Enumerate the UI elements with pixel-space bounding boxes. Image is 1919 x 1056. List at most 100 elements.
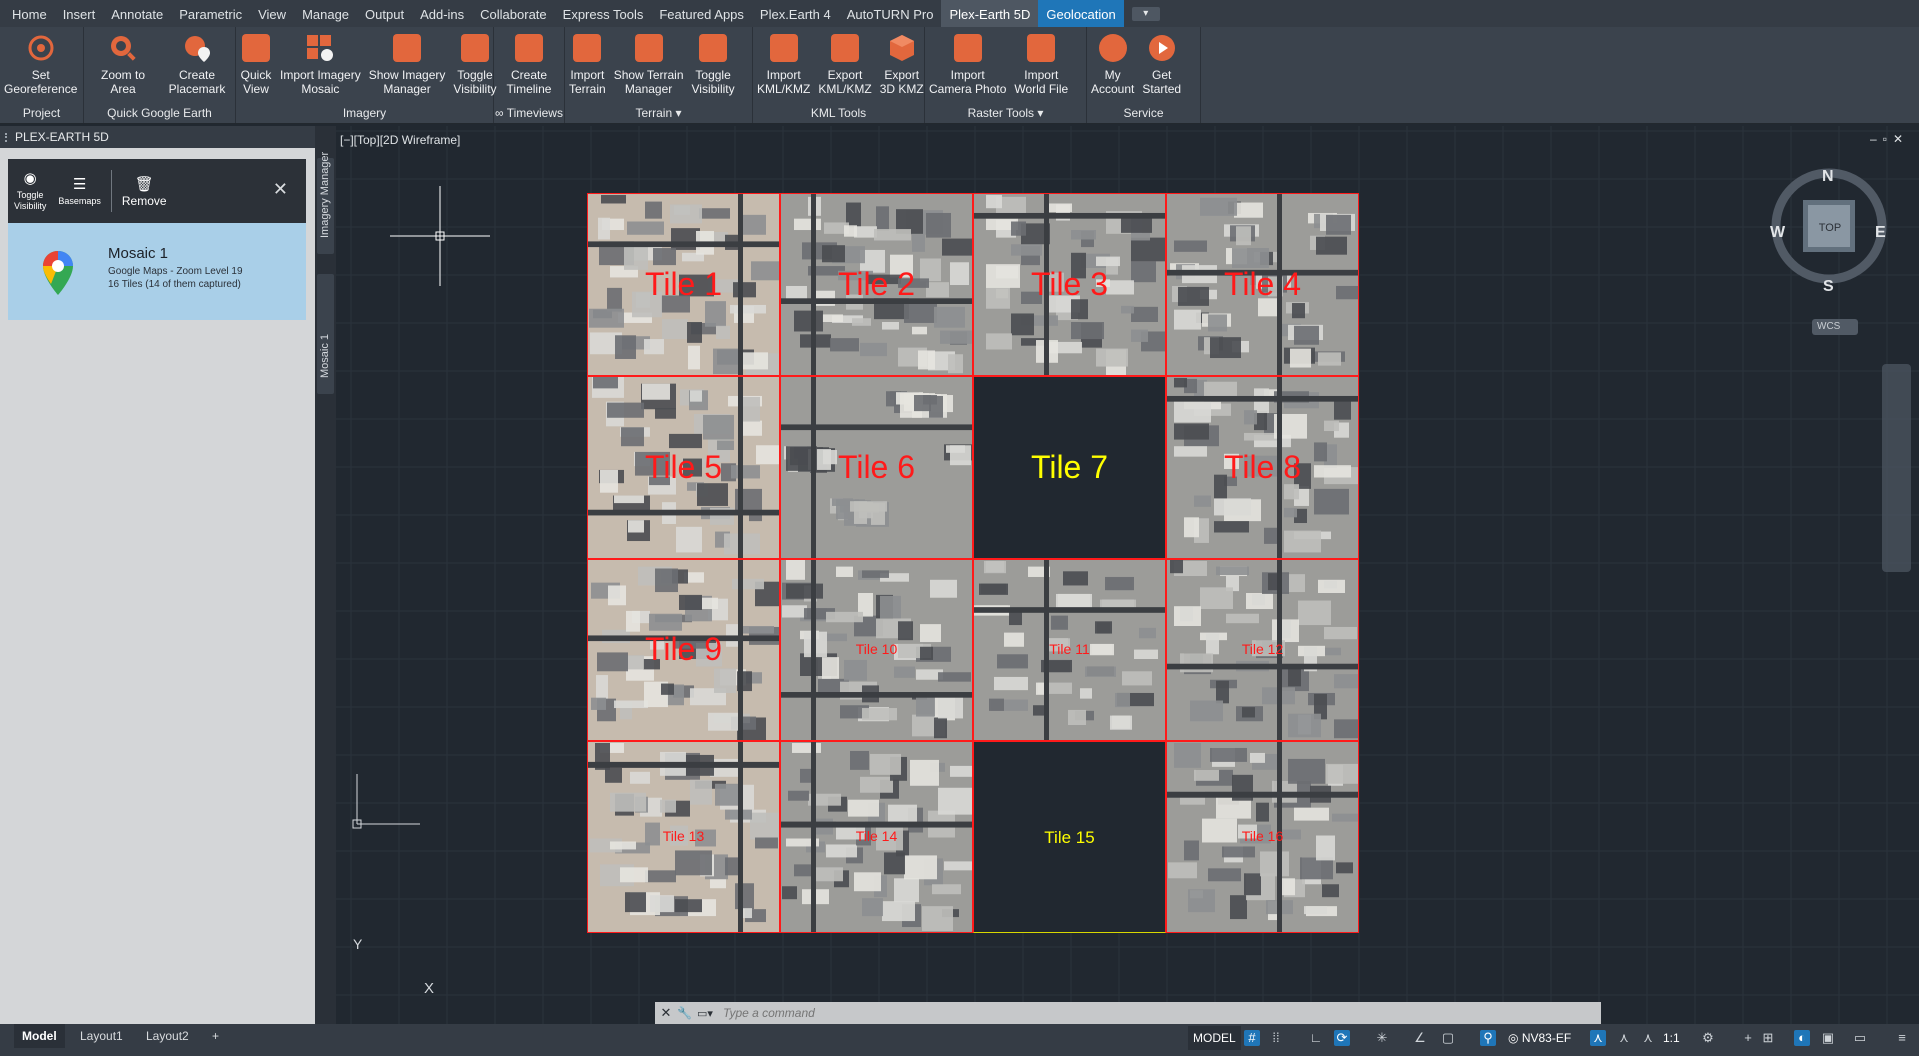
ribbon-options-button[interactable]: ▾ — [1131, 6, 1160, 21]
command-input[interactable] — [723, 1003, 1601, 1023]
mosaic-tile[interactable]: Tile 9 — [587, 559, 780, 741]
tab-collaborate[interactable]: Collaborate — [472, 0, 555, 27]
command-history-icon[interactable]: ▭▾ — [697, 1007, 723, 1020]
viewport-window-controls[interactable]: –▫✕ — [1870, 132, 1909, 146]
annotation-scale-icon[interactable]: ⋏ — [1640, 1030, 1656, 1046]
units-icon[interactable]: ⊞ — [1760, 1030, 1776, 1046]
mosaic-tile[interactable]: Tile 4 — [1166, 193, 1359, 376]
mosaic-tile[interactable]: Tile 14 — [780, 741, 973, 933]
mosaic-tile[interactable]: Tile 10 — [780, 559, 973, 741]
toggle-imagery-visibility-button[interactable]: Toggle Visibility — [449, 32, 500, 105]
snap-icon[interactable]: ⁞⁞ — [1268, 1030, 1284, 1046]
panel-title-terrain[interactable]: Terrain ▾ — [565, 105, 752, 123]
wcs-menu[interactable]: WCS — [1812, 319, 1858, 335]
annotation-scale-value[interactable]: 1:1 — [1663, 1026, 1680, 1050]
tab-imagery-manager[interactable]: Imagery Manager — [317, 152, 334, 254]
mosaic-tile[interactable]: Tile 15 — [973, 741, 1166, 933]
tab-featured-apps[interactable]: Featured Apps — [651, 0, 752, 27]
tab-model[interactable]: Model — [14, 1024, 65, 1048]
panel-title-raster-tools[interactable]: Raster Tools ▾ — [925, 105, 1086, 123]
navigation-bar[interactable] — [1882, 364, 1911, 572]
remove-button[interactable]: 🗑 Remove — [116, 176, 173, 207]
import-kml-icon — [769, 34, 798, 62]
mosaic-tile[interactable]: Tile 1 — [587, 193, 780, 376]
grid-icon[interactable]: # — [1244, 1030, 1260, 1046]
tab-annotate[interactable]: Annotate — [103, 0, 171, 27]
tab-express-tools[interactable]: Express Tools — [555, 0, 652, 27]
tab-plex-earth-5d[interactable]: Plex-Earth 5D — [941, 0, 1039, 27]
tab-insert[interactable]: Insert — [55, 0, 104, 27]
palette-header[interactable]: PLEX-EARTH 5D — [0, 126, 315, 148]
dynamic-ucs-icon[interactable]: ∠ — [1412, 1030, 1428, 1046]
mosaic-tile[interactable]: Tile 13 — [587, 741, 780, 933]
tab-output[interactable]: Output — [357, 0, 412, 27]
isolate-icon[interactable]: ◐ — [1794, 1030, 1810, 1046]
account-icon — [1098, 34, 1127, 62]
toggle-terrain-visibility-button[interactable]: Toggle Visibility — [688, 32, 739, 105]
show-imagery-manager-button[interactable]: Show Imagery Manager — [365, 32, 450, 105]
plus-icon[interactable]: + — [1740, 1030, 1756, 1046]
mosaic-tile[interactable]: Tile 3 — [973, 193, 1166, 376]
toolbar-divider — [110, 170, 112, 212]
toggle-visibility-button[interactable]: ◉ Toggle Visibility — [8, 170, 52, 212]
add-layout-button[interactable]: + — [204, 1024, 227, 1048]
drawing-viewport[interactable]: [−][Top][2D Wireframe] –▫✕ Tile 1 Tile 2T… — [336, 126, 1919, 1024]
tab-geolocation[interactable]: Geolocation — [1038, 0, 1124, 27]
tab-layout2[interactable]: Layout2 — [138, 1024, 197, 1048]
get-started-button[interactable]: Get Started — [1138, 32, 1185, 105]
annotation-visibility-icon[interactable]: ⋏ — [1590, 1030, 1606, 1046]
my-account-button[interactable]: My Account — [1087, 32, 1138, 105]
show-terrain-manager-button[interactable]: Show Terrain Manager — [610, 32, 688, 105]
wrench-icon[interactable]: 🔧 — [677, 1006, 697, 1020]
auto-scale-icon[interactable]: ⋏ — [1616, 1030, 1632, 1046]
basemaps-button[interactable]: ☰ Basemaps — [52, 176, 107, 207]
mosaic-tile[interactable]: Tile 12 — [1166, 559, 1359, 741]
tab-autoturn-pro[interactable]: AutoTURN Pro — [839, 0, 942, 27]
tab-view[interactable]: View — [250, 0, 294, 27]
viewport-controls-label[interactable]: [−][Top][2D Wireframe] — [340, 133, 460, 147]
mosaic-tile[interactable]: Tile 16 — [1166, 741, 1359, 933]
tab-home[interactable]: Home — [4, 0, 55, 27]
polar-tracking-icon[interactable]: ⟳ — [1334, 1030, 1350, 1046]
coordinate-system-label[interactable]: ◎ NV83-EF — [1508, 1026, 1571, 1050]
viewcube-top-label[interactable]: TOP — [1818, 222, 1842, 234]
create-placemark-button[interactable]: Create Placemark — [162, 32, 232, 105]
create-timeline-button[interactable]: Create Timeline — [494, 32, 564, 105]
import-terrain-button[interactable]: Import Terrain — [565, 32, 610, 105]
mosaic-list-item[interactable]: Mosaic 1 Google Maps - Zoom Level 19 16 … — [8, 223, 306, 320]
object-snap-tracking-icon[interactable]: ✳ — [1374, 1030, 1390, 1046]
close-icon[interactable]: ✕ — [273, 179, 288, 200]
mosaic-tile[interactable]: Tile 7 — [973, 376, 1166, 559]
import-kml-button[interactable]: Import KML/KMZ — [753, 32, 814, 105]
tab-plex-earth-4[interactable]: Plex.Earth 4 — [752, 0, 839, 27]
model-space-toggle[interactable]: MODEL — [1188, 1026, 1241, 1050]
settings-gear-icon[interactable]: ⚙ — [1700, 1030, 1716, 1046]
selection-cycling-icon[interactable]: ▢ — [1440, 1030, 1456, 1046]
zoom-to-area-button[interactable]: Zoom to Area — [84, 32, 162, 105]
import-camera-photo-button[interactable]: Import Camera Photo — [925, 32, 1010, 105]
command-close-icon[interactable]: ✕ — [655, 1005, 677, 1021]
tab-parametric[interactable]: Parametric — [171, 0, 250, 27]
import-world-file-button[interactable]: Import World File — [1010, 32, 1072, 105]
quick-view-button[interactable]: Quick View — [236, 32, 276, 105]
tab-add-ins[interactable]: Add-ins — [412, 0, 472, 27]
mosaic-tile[interactable]: Tile 5 — [587, 376, 780, 559]
customize-menu-icon[interactable]: ≡ — [1894, 1030, 1910, 1046]
mosaic-tile[interactable]: Tile 11 — [973, 559, 1166, 741]
export-kml-button[interactable]: Export KML/KMZ — [814, 32, 875, 105]
tab-mosaic-1[interactable]: Mosaic 1 — [317, 274, 334, 394]
tile-label: Tile 14 — [855, 828, 898, 844]
clean-screen-icon[interactable]: ▭ — [1852, 1030, 1868, 1046]
mosaic-tile[interactable]: Tile 6 — [780, 376, 973, 559]
geolocation-icon[interactable]: ⚲ — [1480, 1030, 1496, 1046]
hardware-acceleration-icon[interactable]: ▣ — [1820, 1030, 1836, 1046]
set-georeference-button[interactable]: Set Georeference — [0, 32, 81, 105]
tab-layout1[interactable]: Layout1 — [72, 1024, 131, 1048]
mosaic-tile[interactable]: Tile 2 — [780, 193, 973, 376]
tab-manage[interactable]: Manage — [294, 0, 357, 27]
ortho-icon[interactable]: ∟ — [1308, 1030, 1324, 1046]
mosaic-tile[interactable]: Tile 8 — [1166, 376, 1359, 559]
import-imagery-mosaic-button[interactable]: Import Imagery Mosaic — [276, 32, 365, 105]
imagery-mosaic[interactable]: Tile 1 Tile 2 Tile 3 Tile 4 Tile 5 Tile 6 Tile… — [587, 193, 1359, 933]
export-3d-kmz-button[interactable]: Export 3D KMZ — [876, 32, 928, 105]
